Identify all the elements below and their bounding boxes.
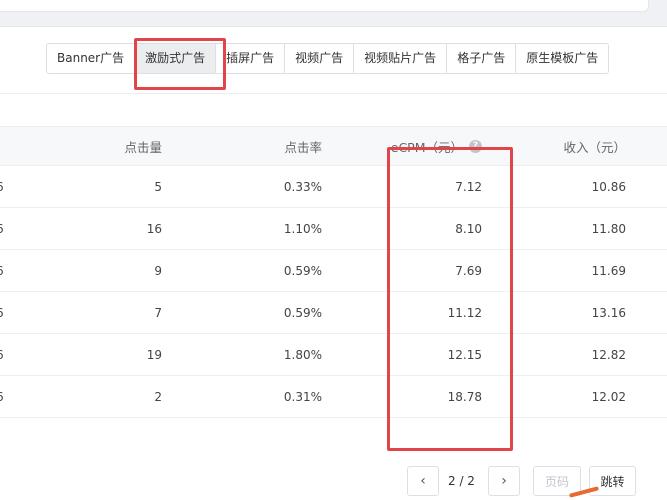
header-income: 收入（元）: [563, 139, 626, 155]
tab-native-template-ad[interactable]: 原生模板广告: [516, 44, 608, 73]
cell-income: 12.02: [591, 389, 626, 404]
cell-cut-off: 6: [0, 208, 6, 249]
cell-clicks: 16: [146, 221, 162, 236]
chevron-left-icon: ‹: [420, 473, 426, 489]
header-cut-off: ): [0, 127, 6, 165]
cell-clicks: 19: [146, 347, 162, 362]
table-header: ) 点击量 点击率 eCPM（元） ? 收入（元）: [0, 126, 667, 166]
prev-page-button[interactable]: ‹: [407, 466, 439, 496]
header-click-rate: 点击率: [284, 139, 322, 155]
cell-clicks: 5: [154, 179, 162, 194]
ad-type-tabs: Banner广告 激励式广告 插屏广告 视频广告 视频贴片广告 格子广告 原生模…: [46, 43, 610, 74]
cell-cut-off: 6: [0, 292, 6, 333]
cell-ecpm: 7.12: [455, 179, 482, 194]
cell-ecpm: 7.69: [455, 263, 482, 278]
top-card: [0, 0, 649, 12]
cell-click-rate: 1.10%: [283, 221, 322, 236]
tab-banner-ad[interactable]: Banner广告: [47, 44, 136, 73]
jump-button[interactable]: 跳转: [589, 466, 636, 496]
table-row: 6 19 1.80% 12.15 12.82: [0, 334, 667, 376]
header-ecpm-label: eCPM（元）: [390, 139, 463, 155]
cell-cut-off: 6: [0, 376, 6, 417]
cell-ecpm: 18.78: [447, 389, 482, 404]
cell-click-rate: 0.33%: [283, 179, 322, 194]
tab-video-ad[interactable]: 视频广告: [285, 44, 355, 73]
cell-cut-off: 6: [0, 334, 6, 375]
page-indicator: 2 / 2: [448, 474, 475, 488]
cell-cut-off: 6: [0, 166, 6, 207]
next-page-button[interactable]: ›: [488, 466, 520, 496]
cell-ecpm: 8.10: [455, 221, 482, 236]
cell-click-rate: 0.59%: [283, 263, 322, 278]
cell-income: 13.16: [591, 305, 626, 320]
cell-income: 11.80: [591, 221, 626, 236]
question-icon[interactable]: ?: [469, 139, 482, 153]
tab-rewarded-ad[interactable]: 激励式广告: [135, 44, 217, 73]
table-row: 6 2 0.31% 18.78 12.02: [0, 376, 667, 418]
cell-income: 10.86: [591, 179, 626, 194]
table-row: 6 7 0.59% 11.12 13.16: [0, 292, 667, 334]
cell-click-rate: 1.80%: [283, 347, 322, 362]
table-row: 6 5 0.33% 7.12 10.86: [0, 166, 667, 208]
cell-clicks: 2: [154, 389, 162, 404]
tab-grid-ad[interactable]: 格子广告: [447, 44, 517, 73]
cell-clicks: 7: [154, 305, 162, 320]
data-table: ) 点击量 点击率 eCPM（元） ? 收入（元） 6 5 0.33% 7.12…: [0, 126, 667, 418]
cell-income: 12.82: [591, 347, 626, 362]
divider: [0, 93, 667, 94]
cell-income: 11.69: [591, 263, 626, 278]
table-row: 6 9 0.59% 7.69 11.69: [0, 250, 667, 292]
pagination: ‹ 2 / 2 › 页码 跳转: [0, 466, 667, 500]
cell-click-rate: 0.31%: [283, 389, 322, 404]
tab-interstitial-ad[interactable]: 插屏广告: [216, 44, 286, 73]
header-ecpm: eCPM（元） ?: [340, 127, 482, 165]
cell-cut-off: 6: [0, 250, 6, 291]
cell-clicks: 9: [154, 263, 162, 278]
tab-video-patch-ad[interactable]: 视频贴片广告: [354, 44, 448, 73]
table-row: 6 16 1.10% 8.10 11.80: [0, 208, 667, 250]
cell-click-rate: 0.59%: [283, 305, 322, 320]
chevron-right-icon: ›: [501, 473, 507, 489]
cell-ecpm: 12.15: [447, 347, 482, 362]
cell-ecpm: 11.12: [447, 305, 482, 320]
header-clicks: 点击量: [124, 139, 162, 155]
